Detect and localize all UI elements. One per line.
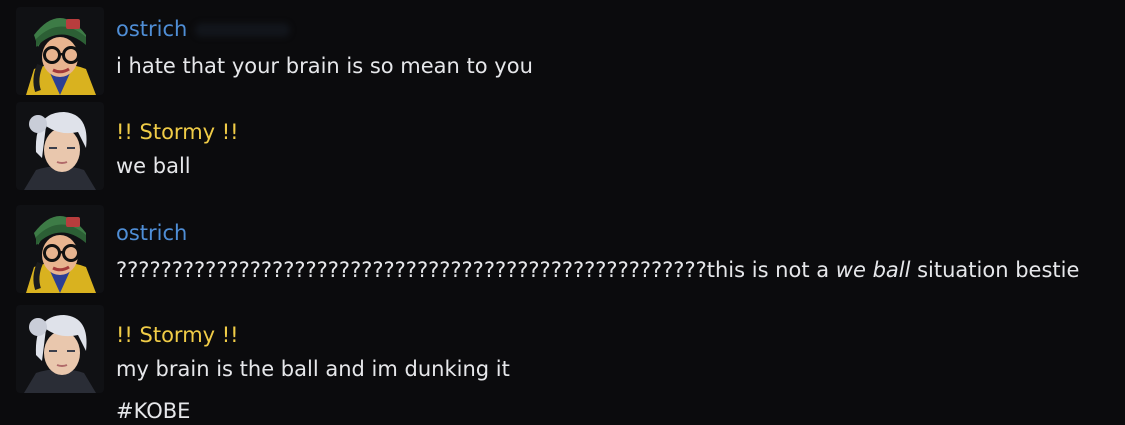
stormy-avatar-icon[interactable] bbox=[16, 305, 104, 393]
message-text: i hate that your brain is so mean to you bbox=[116, 54, 533, 78]
timestamp-redacted bbox=[195, 23, 291, 37]
author-name-text[interactable]: ostrich bbox=[116, 17, 187, 41]
message-text: #KOBE bbox=[116, 399, 191, 423]
ostrich-avatar-icon[interactable] bbox=[16, 7, 104, 95]
ostrich-avatar-icon[interactable] bbox=[16, 205, 104, 293]
stormy-avatar-icon[interactable] bbox=[16, 102, 104, 190]
author-name[interactable]: ostrich bbox=[116, 16, 291, 42]
chat-log: ostrich i hate that your brain is so mea… bbox=[0, 0, 1125, 423]
message-text-post: situation bestie bbox=[910, 258, 1080, 282]
author-name[interactable]: !! Stormy !! bbox=[116, 119, 239, 145]
message-text-pre: ????????????????????????????????????????… bbox=[116, 258, 836, 282]
message-text: we ball bbox=[116, 154, 191, 178]
message-text: ????????????????????????????????????????… bbox=[116, 256, 1079, 284]
message-text-italic: we ball bbox=[835, 258, 911, 282]
author-name[interactable]: !! Stormy !! bbox=[116, 322, 239, 348]
author-name[interactable]: ostrich bbox=[116, 220, 187, 246]
message-text: my brain is the ball and im dunking it bbox=[116, 357, 510, 381]
